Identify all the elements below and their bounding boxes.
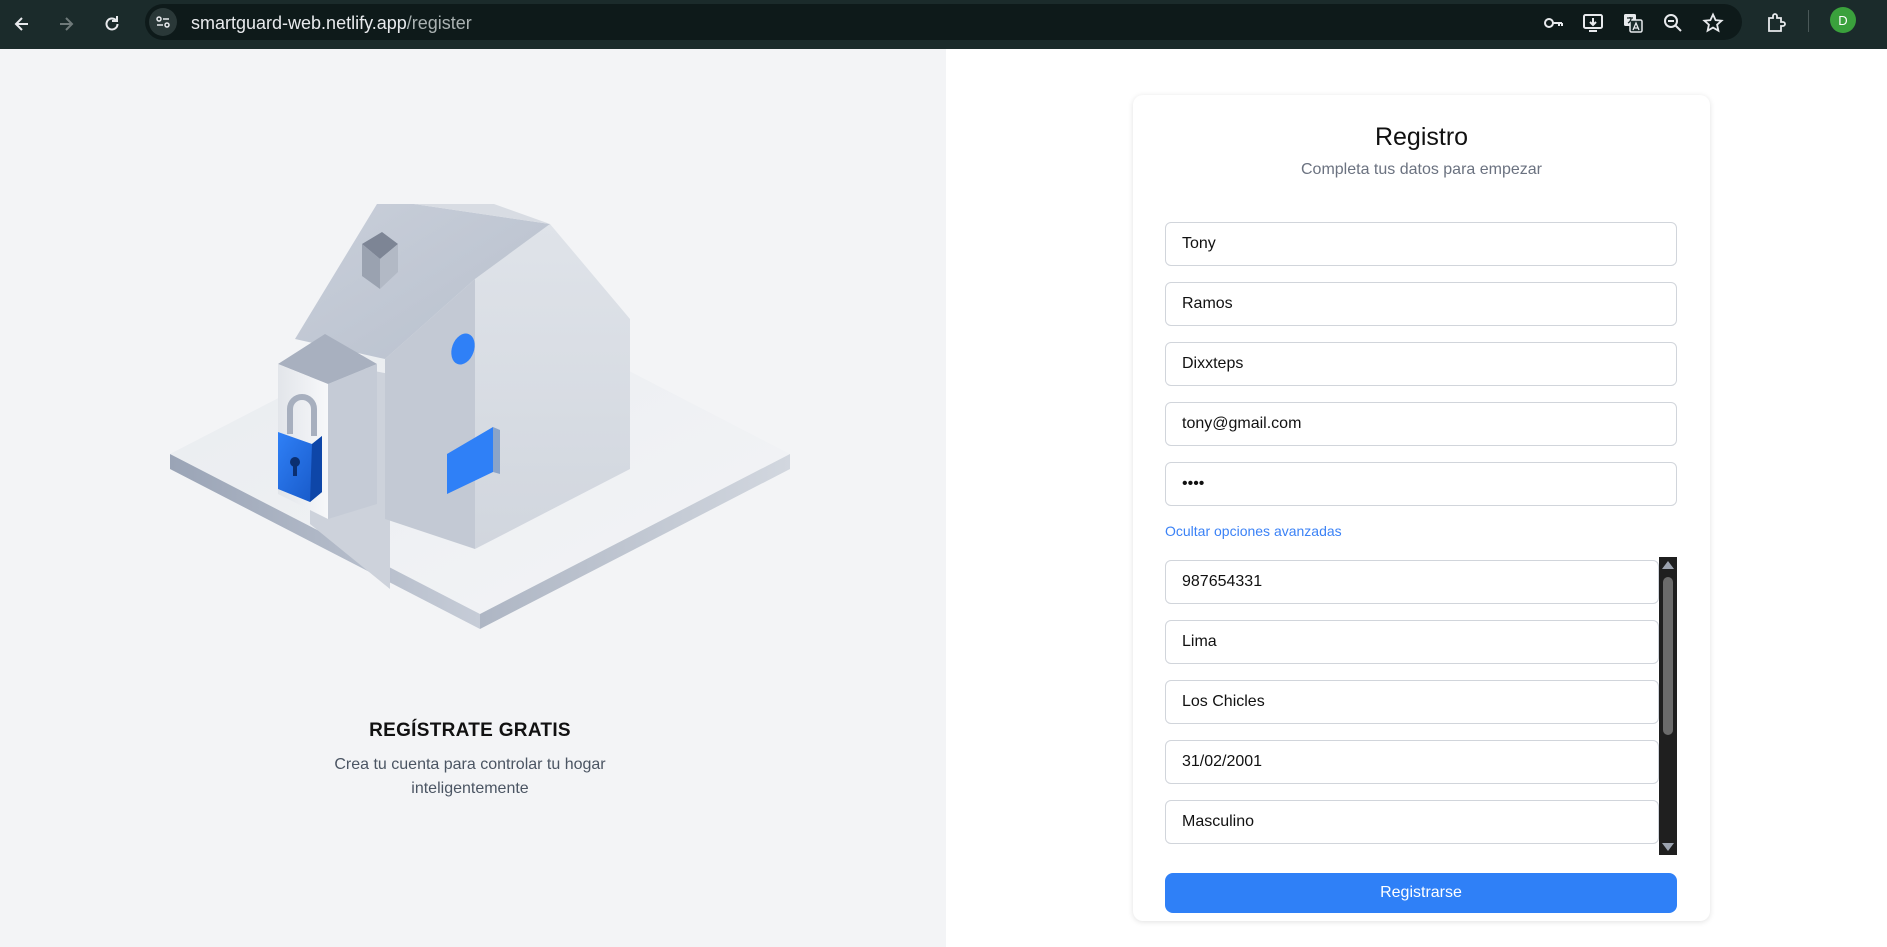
browser-toolbar: smartguard-web.netlify.app/register D <box>0 0 1887 49</box>
form-subtitle: Completa tus datos para empezar <box>1300 161 1542 178</box>
install-app-icon <box>1583 14 1603 32</box>
password-key-icon <box>1544 18 1563 28</box>
scroll-down-arrow-icon[interactable] <box>1662 843 1674 851</box>
toolbar-divider <box>1808 10 1809 32</box>
district-input[interactable] <box>1165 680 1659 724</box>
register-card: Registro Completa tus datos para empezar… <box>1133 95 1710 921</box>
username-input[interactable] <box>1165 342 1677 386</box>
scrollbar[interactable] <box>1659 557 1677 855</box>
phone-input[interactable] <box>1165 560 1659 604</box>
translate-icon <box>1624 14 1643 33</box>
forward-icon <box>60 17 74 31</box>
forward-button[interactable] <box>48 6 84 42</box>
email-input[interactable] <box>1165 402 1677 446</box>
password-key-button[interactable] <box>1537 7 1569 39</box>
scroll-up-arrow-icon[interactable] <box>1662 561 1674 569</box>
advanced-options-scroll-area[interactable] <box>1165 557 1677 855</box>
bookmark-button[interactable] <box>1697 7 1729 39</box>
birthdate-input[interactable] <box>1165 740 1659 784</box>
profile-avatar[interactable]: D <box>1830 7 1856 33</box>
toggle-advanced-options-link[interactable]: Ocultar opciones avanzadas <box>1165 523 1342 539</box>
zoom-icon <box>1664 14 1682 32</box>
first-name-input[interactable] <box>1165 222 1677 266</box>
welcome-panel: REGÍSTRATE GRATIS Crea tu cuenta para co… <box>0 49 946 947</box>
install-app-button[interactable] <box>1577 7 1609 39</box>
scrollbar-thumb[interactable] <box>1663 577 1673 735</box>
site-info-button[interactable] <box>149 8 177 36</box>
url-text: smartguard-web.netlify.app/register <box>191 13 472 34</box>
welcome-title: REGÍSTRATE GRATIS <box>369 720 571 741</box>
gender-input[interactable] <box>1165 800 1659 844</box>
url-path: /register <box>406 13 472 33</box>
form-title: Registro <box>1374 123 1469 151</box>
extensions-icon <box>1768 13 1786 32</box>
back-icon <box>14 17 28 31</box>
url-host: smartguard-web.netlify.app <box>191 13 407 33</box>
zoom-button[interactable] <box>1657 7 1689 39</box>
site-info-icon <box>156 16 170 28</box>
back-button[interactable] <box>4 6 40 42</box>
extensions-button[interactable] <box>1760 7 1792 39</box>
reload-button[interactable] <box>94 6 130 42</box>
reload-icon <box>105 16 119 31</box>
bookmark-star-icon <box>1702 12 1724 33</box>
smart-house-lock-illustration <box>170 204 790 629</box>
translate-button[interactable] <box>1617 7 1649 39</box>
register-button[interactable]: Registrarse <box>1165 873 1677 913</box>
password-input[interactable] <box>1165 462 1677 506</box>
last-name-input[interactable] <box>1165 282 1677 326</box>
address-bar[interactable]: smartguard-web.netlify.app/register <box>145 4 1742 40</box>
welcome-subtitle: Crea tu cuenta para controlar tu hogar i… <box>334 756 606 797</box>
city-input[interactable] <box>1165 620 1659 664</box>
